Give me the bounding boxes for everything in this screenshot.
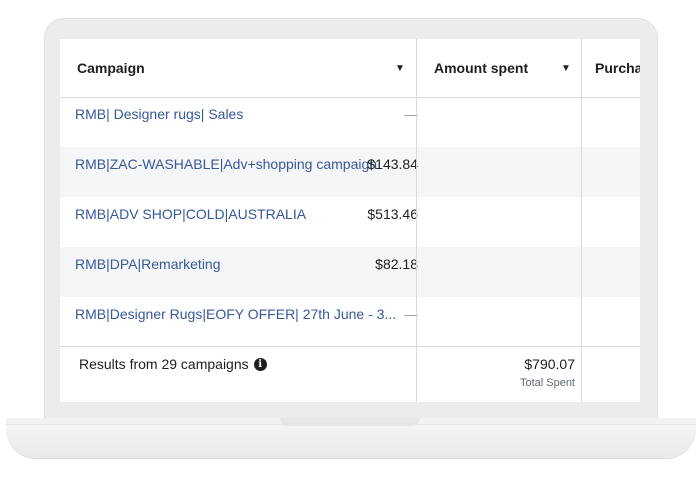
chevron-down-icon[interactable]: ▼ [561, 63, 571, 74]
column-header-amount-spent[interactable]: Amount spent ▼ [434, 39, 584, 97]
table-row[interactable]: RMB|ADV SHOP|COLD|AUSTRALIA $513.46 [60, 197, 640, 247]
table-row[interactable]: RMB| Designer rugs| Sales — [60, 97, 640, 147]
table-header: Campaign ▼ Amount spent ▼ Purcha [60, 39, 640, 98]
table-row[interactable]: RMB|DPA|Remarketing $82.18 [60, 247, 640, 297]
table-row[interactable]: RMB|Designer Rugs|EOFY OFFER| 27th June … [60, 297, 640, 347]
amount-spent-value: $143.84 [367, 156, 418, 172]
column-header-campaign[interactable]: Campaign ▼ [77, 39, 407, 97]
campaign-link[interactable]: RMB|ADV SHOP|COLD|AUSTRALIA [75, 197, 306, 231]
laptop-notch [280, 418, 420, 426]
campaign-link[interactable]: RMB|DPA|Remarketing [75, 247, 221, 281]
amount-spent-value: $513.46 [367, 206, 418, 222]
table-summary-row: Results from 29 campaigns i $790.07 Tota… [60, 346, 640, 402]
campaign-link[interactable]: RMB| Designer rugs| Sales [75, 97, 243, 131]
campaign-link[interactable]: RMB|ZAC-WASHABLE|Adv+shopping campaign [75, 147, 377, 181]
chevron-down-icon[interactable]: ▼ [395, 63, 405, 74]
campaign-link[interactable]: RMB|Designer Rugs|EOFY OFFER| 27th June … [75, 297, 396, 331]
amount-spent-value: $82.18 [375, 256, 418, 272]
column-header-label: Amount spent [434, 60, 529, 76]
results-summary: Results from 29 campaigns i [79, 356, 267, 372]
column-header-label: Purcha [595, 60, 640, 76]
total-spent-caption: Total Spent [519, 377, 575, 389]
column-divider [581, 39, 582, 402]
column-header-label: Campaign [77, 60, 145, 76]
info-icon[interactable]: i [253, 357, 267, 371]
laptop-screen: Campaign ▼ Amount spent ▼ Purcha RMB| De… [60, 39, 640, 402]
column-divider [416, 39, 417, 402]
total-spent-value: $790.07 [524, 356, 575, 372]
column-header-purchases[interactable]: Purcha [595, 39, 640, 97]
table-row[interactable]: RMB|ZAC-WASHABLE|Adv+shopping campaign $… [60, 147, 640, 197]
results-summary-label: Results from 29 campaigns [79, 356, 249, 372]
